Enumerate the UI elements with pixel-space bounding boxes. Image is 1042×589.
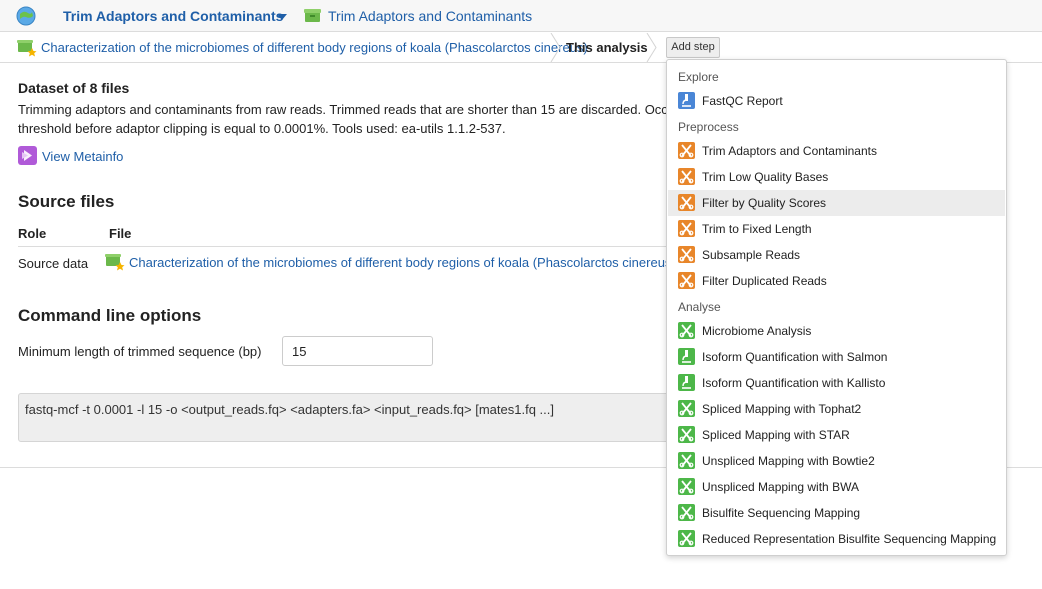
menu-item-label: Filter Duplicated Reads [702, 274, 827, 288]
metainfo-icon[interactable] [18, 146, 37, 165]
scissors-icon-glyph [679, 532, 694, 546]
menu-item-filter-duplicated[interactable]: Filter Duplicated Reads [668, 268, 1005, 294]
microscope-icon [678, 92, 695, 109]
menu-item-trim-low-quality[interactable]: Trim Low Quality Bases [668, 164, 1005, 190]
dataset-description: Trimming adaptors and contaminants from … [18, 102, 712, 136]
source-files-heading: Source files [18, 192, 115, 211]
scissors-icon [678, 530, 695, 547]
scissors-icon-glyph [679, 274, 694, 288]
scissors-icon-glyph [679, 506, 694, 520]
scissors-icon-glyph [679, 480, 694, 494]
menu-item-label: Unspliced Mapping with BWA [702, 480, 859, 494]
column-header-role: Role [18, 226, 47, 241]
scissors-icon-glyph [679, 428, 694, 442]
microscope-icon-glyph [682, 350, 691, 363]
source-role-cell: Source data [18, 256, 89, 271]
scissors-icon-glyph [679, 222, 694, 236]
top-bar: Trim Adaptors and Contaminants Trim Adap… [0, 0, 1042, 32]
current-app-link[interactable]: Trim Adaptors and Contaminants [328, 8, 532, 24]
menu-item-label: FastQC Report [702, 94, 783, 108]
menu-item-kallisto[interactable]: Isoform Quantification with Kallisto [668, 370, 1005, 396]
app-switcher[interactable]: Trim Adaptors and Contaminants [63, 8, 283, 24]
min-length-label: Minimum length of trimmed sequence (bp) [18, 344, 262, 359]
menu-item-label: Filter by Quality Scores [702, 196, 827, 210]
scissors-icon [678, 220, 695, 237]
menu-item-bwa[interactable]: Unspliced Mapping with BWA [668, 474, 1005, 500]
scissors-icon [678, 272, 695, 289]
add-step-menu: Explore FastQC Report Preprocess Trim Ad… [666, 59, 1007, 556]
menu-item-label: Spliced Mapping with STAR [702, 428, 850, 442]
breadcrumb-separator-icon [550, 33, 561, 62]
menu-item-label: Reduced Representation Bisulfite Sequenc… [702, 532, 997, 546]
menu-item-label: Bisulfite Sequencing Mapping [702, 506, 861, 520]
menu-item-label: Isoform Quantification with Salmon [702, 350, 888, 364]
table-divider [18, 246, 668, 247]
scissors-icon [678, 322, 695, 339]
menu-item-bowtie2[interactable]: Unspliced Mapping with Bowtie2 [668, 448, 1005, 474]
menu-section-explore: Explore [678, 70, 719, 84]
menu-item-label: Isoform Quantification with Kallisto [702, 376, 886, 390]
menu-item-rrbs[interactable]: Reduced Representation Bisulfite Sequenc… [668, 526, 1005, 552]
menu-item-trim-adaptors[interactable]: Trim Adaptors and Contaminants [668, 138, 1005, 164]
chevron-down-icon[interactable] [277, 14, 287, 20]
menu-item-label: Microbiome Analysis [702, 324, 812, 338]
menu-item-label: Spliced Mapping with Tophat2 [702, 402, 862, 416]
menu-item-bisulfite[interactable]: Bisulfite Sequencing Mapping [668, 500, 1005, 526]
menu-item-subsample-reads[interactable]: Subsample Reads [668, 242, 1005, 268]
scissors-icon [678, 246, 695, 263]
dataset-title: Dataset of 8 files [18, 80, 130, 96]
menu-item-fastqc-report[interactable]: FastQC Report [668, 88, 1005, 114]
microscope-icon [678, 348, 695, 365]
scissors-icon [678, 168, 695, 185]
scissors-icon [678, 478, 695, 495]
scissors-icon [678, 400, 695, 417]
min-length-input[interactable] [282, 336, 433, 366]
scissors-icon [678, 426, 695, 443]
view-metainfo-link[interactable]: View Metainfo [42, 149, 123, 164]
breadcrumb-current: This analysis [566, 40, 648, 55]
scissors-icon-glyph [679, 402, 694, 416]
scissors-icon-glyph [679, 196, 694, 210]
microscope-icon [678, 374, 695, 391]
project-folder-icon [105, 254, 125, 271]
menu-item-label: Subsample Reads [702, 248, 801, 262]
add-step-button[interactable]: Add step [666, 37, 720, 58]
genestack-logo-icon[interactable] [16, 6, 36, 26]
breadcrumb-project-link[interactable]: Characterization of the microbiomes of d… [41, 40, 588, 55]
scissors-icon [678, 142, 695, 159]
scissors-icon-glyph [679, 144, 694, 158]
source-file-link[interactable]: Characterization of the microbiomes of d… [129, 255, 667, 270]
scissors-icon-glyph [679, 170, 694, 184]
menu-item-label: Trim to Fixed Length [702, 222, 812, 236]
menu-item-label: Trim Low Quality Bases [702, 170, 829, 184]
scissors-icon [678, 504, 695, 521]
microscope-icon-glyph [682, 376, 691, 389]
menu-item-microbiome-analysis[interactable]: Microbiome Analysis [668, 318, 1005, 344]
menu-item-tophat2[interactable]: Spliced Mapping with Tophat2 [668, 396, 1005, 422]
menu-item-salmon[interactable]: Isoform Quantification with Salmon [668, 344, 1005, 370]
scissors-icon-glyph [679, 454, 694, 468]
breadcrumb-separator-icon [646, 33, 657, 62]
app-box-icon [304, 9, 321, 22]
microscope-icon-glyph [682, 94, 691, 107]
scissors-icon-glyph [679, 324, 694, 338]
menu-item-trim-fixed-length[interactable]: Trim to Fixed Length [668, 216, 1005, 242]
menu-section-analyse: Analyse [678, 300, 721, 314]
column-header-file: File [109, 226, 132, 241]
menu-section-preprocess: Preprocess [678, 120, 739, 134]
scissors-icon [678, 194, 695, 211]
scissors-icon [678, 452, 695, 469]
command-preview: fastq-mcf -t 0.0001 -l 15 -o <output_rea… [18, 393, 670, 442]
menu-item-star[interactable]: Spliced Mapping with STAR [668, 422, 1005, 448]
scissors-icon-glyph [679, 248, 694, 262]
command-line-heading: Command line options [18, 306, 202, 325]
project-folder-icon [17, 40, 37, 57]
menu-item-label: Unspliced Mapping with Bowtie2 [702, 454, 875, 468]
menu-item-label: Trim Adaptors and Contaminants [702, 144, 877, 158]
menu-item-filter-quality[interactable]: Filter by Quality Scores [668, 190, 1005, 216]
